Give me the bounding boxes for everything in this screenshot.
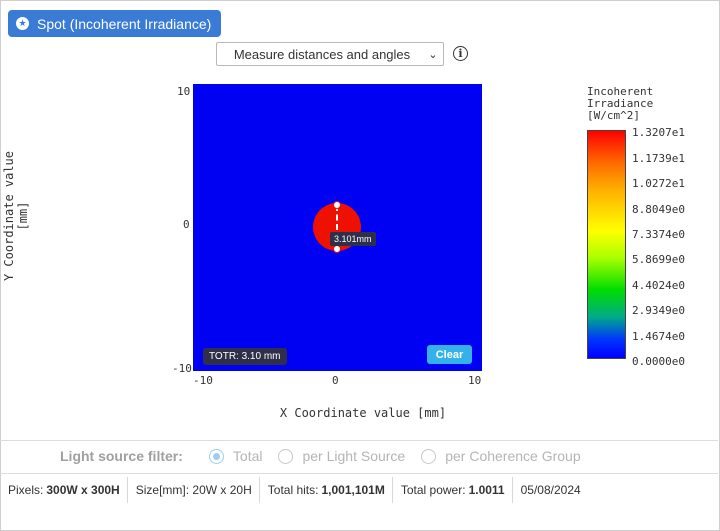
radio-selected-icon[interactable] [208,448,224,464]
status-label: Total hits: [267,483,319,497]
filter-option-label: per Light Source [302,448,406,464]
x-axis-label: X Coordinate value [mm] [279,406,447,420]
totr-badge: TOTR: 3.10 mm [203,348,287,365]
irradiance-plot[interactable]: 3.101mm TOTR: 3.10 mm Clear [193,84,482,371]
status-value: 300W x 300H [46,483,120,497]
colorbar-tick: 5.8699e0 [632,253,685,266]
y-tick-mid: 0 [183,218,190,231]
status-value: 1.0011 [468,483,505,497]
divider [0,440,718,441]
info-icon[interactable]: i [453,46,468,61]
filter-label: Light source filter: [60,448,183,464]
y-tick-top: 10 [177,85,191,98]
measurement-label: 3.101mm [330,232,376,246]
y-tick-bottom: -10 [172,362,192,375]
radio-icon[interactable] [278,448,294,464]
mode-select-value: Measure distances and angles [233,46,411,62]
title-label: Spot (Incoherent Irradiance) [37,15,212,32]
x-tick-mid: 0 [332,374,339,387]
filter-option-per-coherence-group[interactable]: per Coherence Group [421,448,581,464]
colorbar-tick: 4.4024e0 [632,279,685,292]
status-bar: Pixels: 300W x 300H Size[mm]: 20W x 20H T… [0,476,588,504]
colorbar-tick: 8.8049e0 [632,203,685,216]
colorbar-gradient [587,130,626,359]
colorbar-tick: 0.0000e0 [632,355,685,368]
status-date-text: 05/08/2024 [520,483,581,497]
x-tick-left: -10 [193,374,213,387]
clear-button[interactable]: Clear [427,345,472,364]
status-power: Total power: 1.0011 [393,477,513,503]
colorbar-tick: 1.1739e1 [632,152,685,165]
mode-select[interactable]: Measure distances and angles ⌄ [216,42,444,66]
status-pixels: Pixels: 300W x 300H [0,477,128,503]
status-label: Pixels: [8,483,44,497]
x-tick-right: 10 [468,374,482,387]
filter-option-total[interactable]: Total [208,448,263,464]
light-source-filter: Light source filter: Total per Light Sou… [60,448,597,464]
status-size: Size[mm]: 20W x 20H [128,477,260,503]
radio-icon[interactable] [421,448,437,464]
colorbar-tick: 7.3374e0 [632,228,685,241]
divider [0,473,718,474]
colorbar-tick: 1.0272e1 [632,177,685,190]
filter-option-per-light-source[interactable]: per Light Source [278,448,405,464]
measurement-start-handle[interactable] [333,201,341,209]
chevron-down-icon: ⌄ [428,48,438,61]
status-hits: Total hits: 1,001,101M [260,477,393,503]
status-date: 05/08/2024 [513,477,588,503]
status-value: 1,001,101M [321,483,385,497]
status-size-text: Size[mm]: 20W x 20H [135,483,252,497]
spot-title-button[interactable]: ★ Spot (Incoherent Irradiance) [8,10,222,37]
colorbar-tick: 2.9349e0 [632,304,685,317]
colorbar-title: Incoherent Irradiance [W/cm^2] [587,86,653,122]
filter-option-label: Total [232,448,263,464]
star-icon: ★ [16,17,29,30]
status-label: Total power: [400,483,466,497]
colorbar-tick: 1.4674e0 [632,330,685,343]
colorbar-title-line: [W/cm^2] [587,109,640,122]
y-axis-label: Y Coordinate value [mm] [2,150,30,282]
filter-option-label: per Coherence Group [445,448,581,464]
measurement-end-handle[interactable] [333,245,341,253]
colorbar-tick: 1.3207e1 [632,126,685,139]
